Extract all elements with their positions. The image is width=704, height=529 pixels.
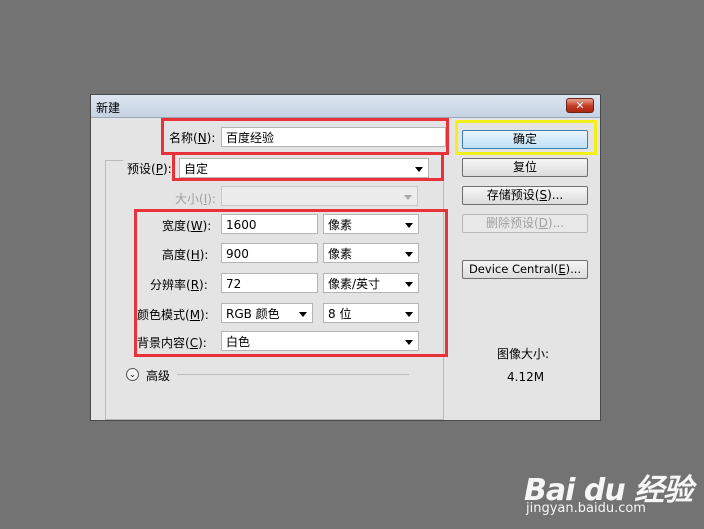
highlight-ok-button: [455, 120, 597, 155]
expand-advanced-icon[interactable]: ⌄: [126, 368, 139, 381]
dialog-titlebar: 新建 ✕: [91, 95, 600, 118]
baidu-jingyan-watermark: Bai du 经验 jingyan.baidu.com: [524, 465, 694, 521]
preset-group-border-left: [105, 160, 106, 420]
dialog-title: 新建: [96, 101, 121, 115]
highlight-name-field: [161, 118, 449, 155]
chevron-down-icon: [404, 195, 412, 200]
image-size-value: 4.12M: [507, 370, 545, 384]
reset-button[interactable]: 复位: [462, 158, 588, 177]
size-select: [221, 186, 418, 206]
preset-group-border-top: [105, 160, 123, 161]
save-preset-button[interactable]: 存储预设(S)...: [462, 186, 588, 205]
preset-label: 预设(P):: [127, 162, 172, 176]
highlight-preset-field: [172, 152, 444, 181]
advanced-label[interactable]: 高级: [146, 367, 170, 384]
advanced-separator: [177, 374, 409, 375]
close-button[interactable]: ✕: [566, 98, 594, 113]
image-size-label: 图像大小:: [497, 347, 550, 361]
device-central-button[interactable]: Device Central(E)...: [462, 260, 588, 279]
delete-preset-button[interactable]: 删除预设(D)...: [462, 214, 588, 233]
watermark-url: jingyan.baidu.com: [526, 501, 646, 516]
close-icon: ✕: [575, 99, 585, 112]
highlight-dimensions-group: [134, 209, 448, 357]
preset-group-border-bottom: [105, 419, 444, 420]
size-label: 大小(I):: [175, 192, 216, 206]
